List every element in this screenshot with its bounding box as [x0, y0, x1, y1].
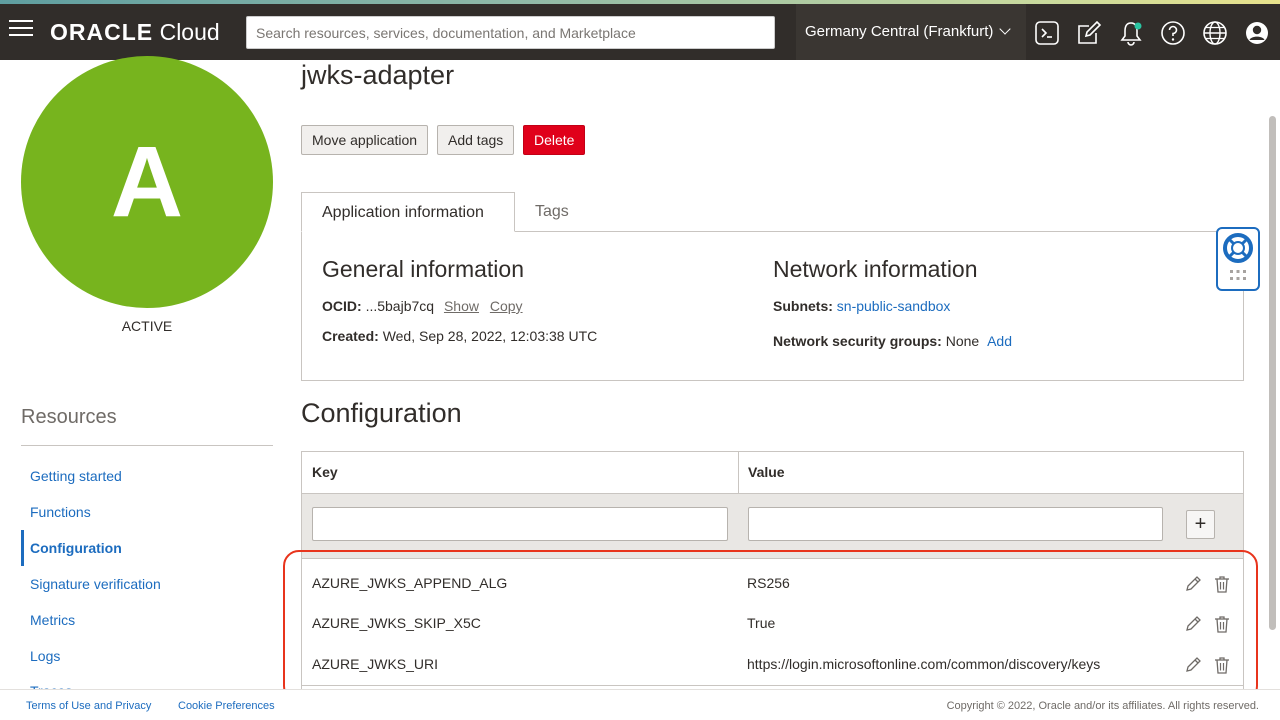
config-key: AZURE_JWKS_APPEND_ALG: [312, 575, 508, 591]
nsg-value: None: [945, 333, 980, 349]
application-avatar: A: [21, 56, 273, 308]
table-row: AZURE_JWKS_SKIP_X5C True: [302, 603, 1243, 643]
tab-tags[interactable]: Tags: [515, 192, 589, 232]
trash-icon[interactable]: [1213, 656, 1231, 674]
tab-application-information[interactable]: Application information: [301, 192, 515, 232]
lifebuoy-icon: [1223, 233, 1253, 280]
created-label: Created:: [322, 328, 379, 344]
add-tags-button[interactable]: Add tags: [437, 125, 515, 155]
nsg-label: Network security groups:: [773, 333, 942, 349]
general-information-title: General information: [322, 256, 524, 282]
pencil-icon[interactable]: [1184, 615, 1202, 633]
region-label: Germany Central (Frankfurt): [805, 23, 994, 40]
sidebar-item-configuration[interactable]: Configuration: [21, 530, 273, 566]
created-value: Wed, Sep 28, 2022, 12:03:38 UTC: [382, 328, 598, 344]
cookie-preferences-link[interactable]: Cookie Preferences: [178, 700, 275, 712]
ocid-label: OCID:: [322, 298, 362, 314]
page-scrollbar[interactable]: [1269, 116, 1276, 630]
column-header-value: Value: [748, 464, 785, 480]
delete-button[interactable]: Delete: [523, 125, 586, 155]
config-key: AZURE_JWKS_URI: [312, 656, 439, 672]
page-title: jwks-adapter: [301, 60, 455, 90]
config-key: AZURE_JWKS_SKIP_X5C: [312, 615, 481, 631]
logo-brand: ORACLE: [50, 19, 154, 45]
help-icon[interactable]: [1160, 20, 1186, 46]
resources-nav: Getting started Functions Configuration …: [21, 458, 273, 674]
user-icon[interactable]: [1244, 20, 1270, 46]
add-config-button[interactable]: +: [1186, 510, 1215, 539]
sidebar-item-signature-verification[interactable]: Signature verification: [21, 566, 273, 602]
oracle-cloud-logo[interactable]: ORACLE Cloud: [50, 19, 220, 47]
application-information-panel: General information OCID: ...5bajb7cq Sh…: [301, 231, 1244, 381]
configuration-table: Key Value + AZURE_JWKS_APPEND_ALG RS256 …: [301, 451, 1244, 690]
configuration-title: Configuration: [301, 398, 462, 428]
pencil-icon[interactable]: [1184, 656, 1202, 674]
sidebar-item-logs[interactable]: Logs: [21, 638, 273, 674]
nsg-add-link[interactable]: Add: [987, 333, 1012, 349]
status-label: ACTIVE: [121, 318, 173, 334]
ocid-copy-link[interactable]: Copy: [490, 298, 523, 314]
table-row: AZURE_JWKS_APPEND_ALG RS256: [302, 563, 1243, 603]
sidebar-item-metrics[interactable]: Metrics: [21, 602, 273, 638]
config-value: RS256: [747, 575, 790, 591]
move-application-button[interactable]: Move application: [301, 125, 429, 155]
chevron-down-icon: [999, 23, 1012, 35]
table-bottom-border: [302, 685, 1243, 686]
subnet-link[interactable]: sn-public-sandbox: [837, 298, 951, 314]
resources-heading: Resources: [21, 406, 117, 428]
subnets-field: Subnets: sn-public-sandbox: [773, 298, 950, 314]
copyright-text: Copyright © 2022, Oracle and/or its affi…: [946, 700, 1259, 712]
ocid-show-link[interactable]: Show: [444, 298, 479, 314]
pencil-icon[interactable]: [1184, 575, 1202, 593]
region-selector[interactable]: Germany Central (Frankfurt): [796, 4, 1026, 60]
global-search-input[interactable]: [246, 16, 775, 49]
sidebar-item-getting-started[interactable]: Getting started: [21, 458, 273, 494]
page-footer: Terms of Use and Privacy Cookie Preferen…: [0, 689, 1280, 720]
terms-link[interactable]: Terms of Use and Privacy: [26, 700, 151, 712]
help-widget[interactable]: [1216, 227, 1260, 291]
top-header: ORACLE Cloud Germany Central (Frankfurt): [0, 4, 1280, 60]
table-row: AZURE_JWKS_URI https://login.microsofton…: [302, 644, 1243, 684]
hamburger-menu-icon[interactable]: [9, 20, 33, 44]
edit-icon[interactable]: [1076, 20, 1102, 46]
config-value: https://login.microsoftonline.com/common…: [747, 656, 1101, 672]
resources-divider: [21, 445, 273, 446]
trash-icon[interactable]: [1213, 615, 1231, 633]
trash-icon[interactable]: [1213, 575, 1231, 593]
ocid-value: ...5bajb7cq: [365, 298, 435, 314]
network-information-title: Network information: [773, 256, 978, 282]
column-header-key: Key: [312, 464, 338, 480]
config-value-input[interactable]: [748, 507, 1163, 541]
subnets-label: Subnets:: [773, 298, 833, 314]
config-key-input[interactable]: [312, 507, 728, 541]
bell-icon[interactable]: [1118, 20, 1144, 46]
ocid-field: OCID: ...5bajb7cq Show Copy: [322, 298, 523, 314]
nsg-field: Network security groups: None Add: [773, 333, 1012, 349]
cloud-shell-icon[interactable]: [1034, 20, 1060, 46]
config-value: True: [747, 615, 776, 631]
new-config-input-row: +: [302, 493, 1243, 559]
globe-icon[interactable]: [1202, 20, 1228, 46]
logo-product: Cloud: [159, 19, 220, 45]
created-field: Created: Wed, Sep 28, 2022, 12:03:38 UTC: [322, 328, 597, 344]
sidebar-item-functions[interactable]: Functions: [21, 494, 273, 530]
